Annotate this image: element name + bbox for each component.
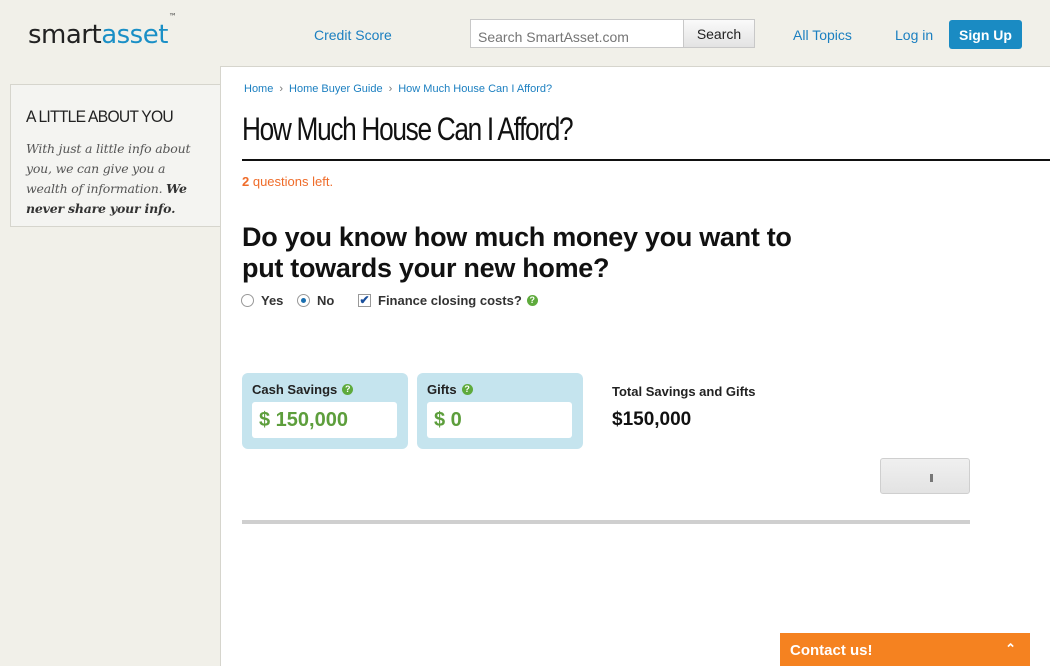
contact-us-label: Contact us! (790, 642, 873, 659)
smartasset-logo[interactable]: smartasset™ (28, 12, 177, 50)
breadcrumb: Home › Home Buyer Guide › How Much House Can… (244, 83, 552, 95)
sign-up-button[interactable]: Sign Up (949, 20, 1022, 49)
nav-all-topics[interactable]: All Topics (793, 27, 852, 43)
about-you-title: A LITTLE ABOUT YOU (26, 107, 174, 126)
questions-left: 2 questions left. (242, 174, 334, 189)
cash-savings-input[interactable]: $ 150,000 (252, 402, 397, 438)
breadcrumb-current[interactable]: How Much House Can I Afford? (398, 83, 552, 95)
finance-label: Finance closing costs? (378, 293, 522, 308)
breadcrumb-home[interactable]: Home (244, 83, 273, 95)
search-input[interactable] (470, 19, 684, 48)
gifts-input[interactable]: $ 0 (427, 402, 572, 438)
about-you-text: With just a little info about you, we ca… (26, 141, 191, 216)
question-circle-icon[interactable]: ? (461, 384, 473, 395)
option-no-label: No (317, 293, 335, 308)
radio-no[interactable] (297, 294, 310, 307)
question-text: Do you know how much money you want to p… (242, 222, 792, 283)
next-button[interactable] (880, 458, 970, 494)
title-divider (242, 159, 1050, 161)
radio-yes[interactable] (241, 294, 254, 307)
option-yes-label: Yes (261, 293, 284, 308)
chevron-up-icon: ⌃ (1005, 641, 1016, 656)
nav-credit-score[interactable]: Credit Score (314, 27, 392, 43)
page-title: How Much House Can I Afford? (242, 111, 574, 147)
cash-savings-label: Cash Savings? (252, 382, 354, 397)
chevron-right-icon: › (279, 83, 284, 95)
site-header: smartasset™ Credit Score Search All Topi… (0, 0, 1050, 66)
main-content: Home › Home Buyer Guide › How Much House Can… (220, 66, 1050, 666)
finance-checkbox[interactable]: ✔ (358, 294, 371, 307)
contact-us-tab[interactable]: Contact us! ⌃ (780, 633, 1030, 666)
bottom-divider (242, 520, 970, 524)
gifts-label: Gifts? (427, 382, 473, 397)
nav-log-in[interactable]: Log in (895, 27, 933, 43)
spinner-icon (930, 474, 933, 482)
chevron-right-icon: › (388, 83, 393, 95)
about-you-panel: A LITTLE ABOUT YOU With just a little in… (10, 84, 221, 227)
question-circle-icon[interactable]: ? (526, 295, 538, 306)
question-circle-icon[interactable]: ? (342, 384, 354, 395)
gifts-card: Gifts? $ 0 (417, 373, 583, 449)
option-no[interactable]: No (297, 293, 334, 308)
option-yes[interactable]: Yes (241, 293, 283, 308)
cash-savings-card: Cash Savings? $ 150,000 (242, 373, 408, 449)
breadcrumb-home-buyer-guide[interactable]: Home Buyer Guide (289, 83, 383, 95)
finance-closing-costs[interactable]: ✔ Finance closing costs?? (358, 293, 538, 308)
total-savings-value: $150,000 (612, 409, 692, 430)
search-button[interactable]: Search (683, 19, 755, 48)
total-savings-label: Total Savings and Gifts (612, 384, 756, 399)
